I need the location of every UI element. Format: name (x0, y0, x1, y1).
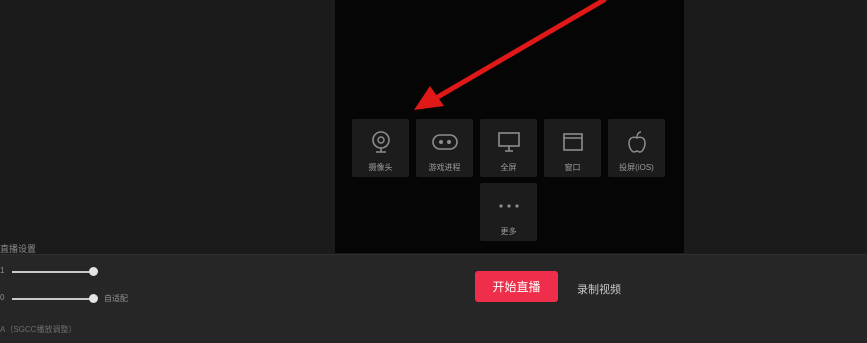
source-ios-cast-button[interactable]: 投屏(iOS) (608, 119, 665, 177)
slider-row-1: 1 (0, 266, 100, 277)
start-live-button[interactable]: 开始直播 (475, 271, 558, 302)
source-more-label: 更多 (500, 227, 517, 236)
apple-icon (624, 129, 650, 155)
slider-track[interactable] (12, 271, 94, 273)
gamepad-icon (431, 129, 458, 155)
window-icon (560, 129, 586, 155)
source-fullscreen-button[interactable]: 全屏 (480, 119, 537, 177)
more-icon (496, 193, 522, 219)
source-webcam-button[interactable]: 摄像头 (352, 119, 409, 177)
slider-caption: 1 (0, 266, 5, 275)
slider-thumb[interactable] (89, 294, 98, 303)
slider-row-2: 0 自适配 (0, 293, 170, 304)
live-settings-title: 直播设置 (0, 244, 37, 254)
source-webcam-label: 摄像头 (368, 163, 393, 172)
preview-area: 摄像头 游戏进程 全屏 窗口 投屏(iOS) 更多 (335, 0, 684, 253)
live-studio-window: 摄像头 游戏进程 全屏 窗口 投屏(iOS) 更多 直播设置 1 0 自适配 A… (0, 0, 867, 343)
source-more-button[interactable]: 更多 (480, 183, 537, 241)
slider-thumb[interactable] (89, 267, 98, 276)
record-video-button[interactable]: 录制视频 (577, 281, 621, 297)
source-fullscreen-label: 全屏 (500, 163, 517, 172)
slider-track[interactable] (12, 298, 94, 300)
monitor-icon (496, 129, 522, 155)
source-game-button[interactable]: 游戏进程 (416, 119, 473, 177)
source-ios-cast-label: 投屏(iOS) (619, 163, 654, 172)
source-game-label: 游戏进程 (428, 163, 461, 172)
adaptive-option-label[interactable]: 自适配 (104, 293, 128, 304)
source-window-button[interactable]: 窗口 (544, 119, 601, 177)
source-window-label: 窗口 (564, 163, 581, 172)
settings-footnote: A（SGCC播放调整） (0, 325, 77, 334)
slider-caption: 0 (0, 293, 5, 302)
webcam-icon (368, 129, 394, 155)
